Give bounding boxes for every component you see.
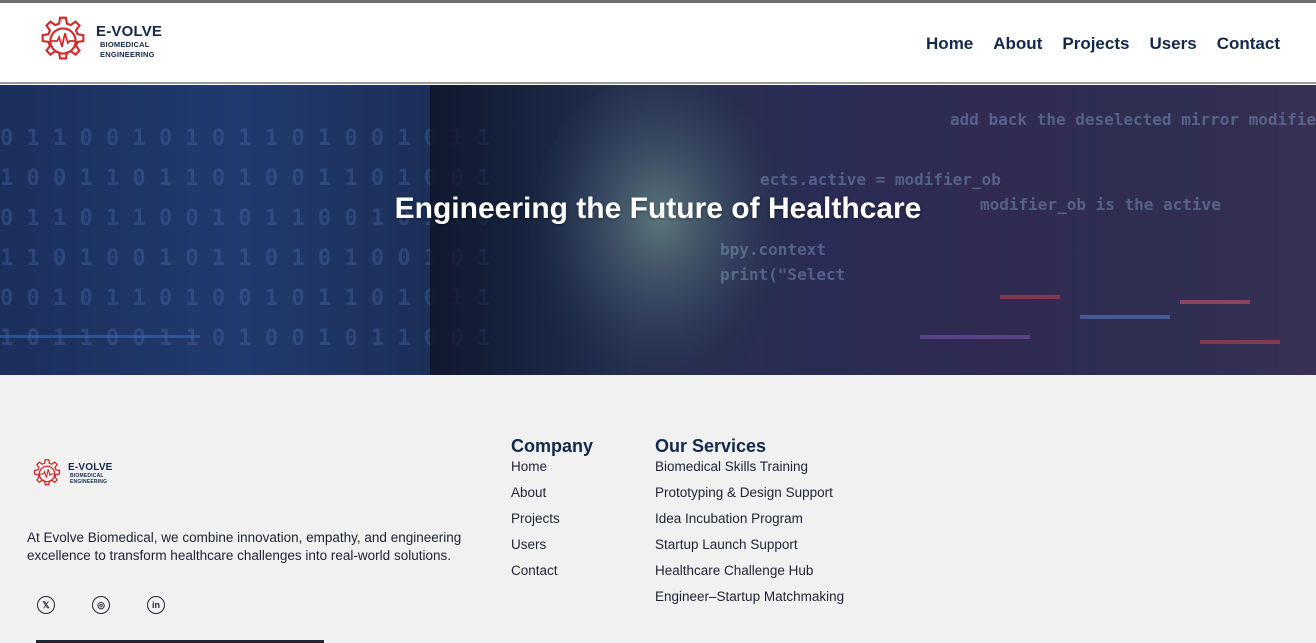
footer-link-home[interactable]: Home xyxy=(511,454,593,480)
nav-projects[interactable]: Projects xyxy=(1062,34,1129,54)
x-icon[interactable]: 𝕏 xyxy=(37,596,55,614)
footer-logo-title: E-VOLVE xyxy=(68,462,113,473)
service-link-matchmaking[interactable]: Engineer–Startup Matchmaking xyxy=(655,584,844,610)
service-link-incubation[interactable]: Idea Incubation Program xyxy=(655,506,844,532)
footer-services-column: Our Services Biomedical Skills Training … xyxy=(655,435,844,610)
svg-text:0 1 1 0 0 1 0 1 0 1 1 0 1 0 0: 0 1 1 0 0 1 0 1 0 1 1 0 1 0 0 1 0 1 1 xyxy=(0,126,490,151)
svg-text:1 0 1 1 0 0 1 1 0 1 0 0 1 0 1: 1 0 1 1 0 0 1 1 0 1 0 0 1 0 1 1 0 0 1 xyxy=(0,326,490,351)
linkedin-icon[interactable]: in xyxy=(147,596,165,614)
svg-text:bpy.context: bpy.context xyxy=(720,240,826,259)
hero-background-image: 0 1 1 0 0 1 0 1 0 1 1 0 1 0 0 1 0 1 1 1 … xyxy=(0,85,1316,375)
svg-text:1 1 0 1 0 0 1 0 1 1 0 1 0 1 0: 1 1 0 1 0 0 1 0 1 1 0 1 0 1 0 0 1 0 1 xyxy=(0,246,490,271)
nav-about[interactable]: About xyxy=(993,34,1042,54)
instagram-icon[interactable]: ◎ xyxy=(92,596,110,614)
svg-text:add back the deselected mirror: add back the deselected mirror modifier xyxy=(950,110,1316,129)
logo-title: E-VOLVE xyxy=(96,23,163,40)
service-link-skills-training[interactable]: Biomedical Skills Training xyxy=(655,454,844,480)
service-link-challenge-hub[interactable]: Healthcare Challenge Hub xyxy=(655,558,844,584)
hero-title: Engineering the Future of Healthcare xyxy=(394,192,922,225)
footer-link-users[interactable]: Users xyxy=(511,532,593,558)
service-link-prototyping[interactable]: Prototyping & Design Support xyxy=(655,480,844,506)
footer-logo[interactable]: E-VOLVE BIOMEDICAL ENGINEERING xyxy=(28,455,113,493)
gear-logo-icon xyxy=(33,459,61,486)
footer-company-column: Company Home About Projects Users Contac… xyxy=(511,435,593,584)
nav-contact[interactable]: Contact xyxy=(1217,34,1280,54)
svg-text:1 0 0 1 1 0 1 1 0 1 0 0 1 1 0: 1 0 0 1 1 0 1 1 0 1 0 0 1 1 0 1 0 0 1 xyxy=(0,166,490,191)
logo-subtitle-1: BIOMEDICAL xyxy=(100,40,150,49)
footer-link-projects[interactable]: Projects xyxy=(511,506,593,532)
nav-users[interactable]: Users xyxy=(1149,34,1196,54)
site-footer: E-VOLVE BIOMEDICAL ENGINEERING At Evolve… xyxy=(0,375,1316,643)
svg-text:0 0 1 0 1 1 0 1 0 0 1 0 1 1 0: 0 0 1 0 1 1 0 1 0 0 1 0 1 1 0 1 0 1 1 xyxy=(0,286,490,311)
main-nav: Home About Projects Users Contact xyxy=(926,34,1280,54)
logo-subtitle-2: ENGINEERING xyxy=(100,49,155,59)
footer-description: At Evolve Biomedical, we combine innovat… xyxy=(27,530,462,563)
gear-logo-icon xyxy=(41,16,85,60)
header-logo[interactable]: E-VOLVE BIOMEDICAL ENGINEERING xyxy=(32,9,182,73)
nav-home[interactable]: Home xyxy=(926,34,973,54)
footer-link-about[interactable]: About xyxy=(511,480,593,506)
hero-banner: 0 1 1 0 0 1 0 1 0 1 1 0 1 0 0 1 0 1 1 1 … xyxy=(0,85,1316,375)
service-link-startup-launch[interactable]: Startup Launch Support xyxy=(655,532,844,558)
footer-logo-subtitle-2: ENGINEERING xyxy=(70,479,108,485)
svg-text:print("Select: print("Select xyxy=(720,265,845,284)
site-header: E-VOLVE BIOMEDICAL ENGINEERING Home Abou… xyxy=(0,3,1316,84)
social-links: 𝕏 ◎ in xyxy=(37,596,165,614)
footer-link-contact[interactable]: Contact xyxy=(511,558,593,584)
svg-text:ects.active = modifier_ob: ects.active = modifier_ob xyxy=(760,170,1001,189)
